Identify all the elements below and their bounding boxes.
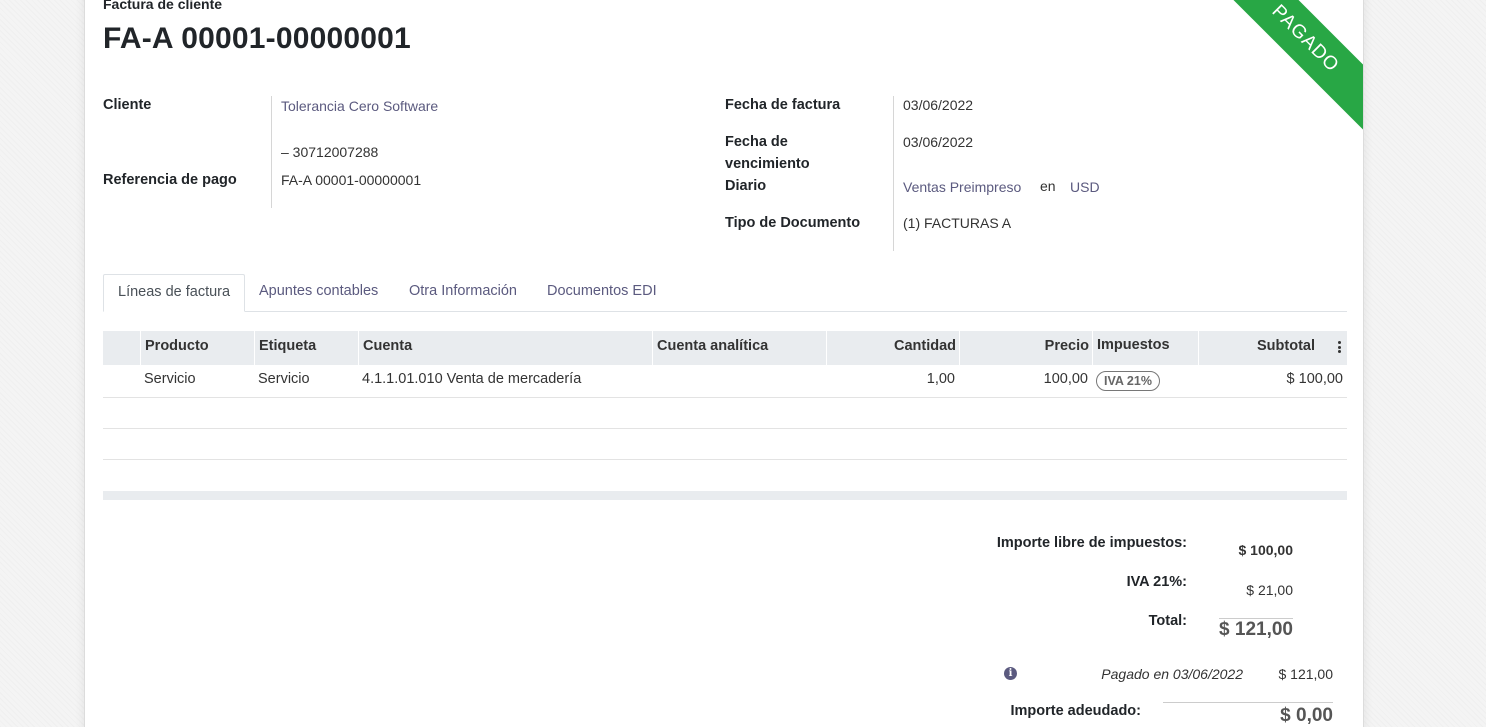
column-header-price[interactable]: Precio — [960, 331, 1093, 365]
amount-due-label: Importe adeudado: — [1010, 703, 1141, 719]
left-field-divider — [271, 96, 272, 208]
column-header-analytic-account[interactable]: Cuenta analítica — [653, 331, 772, 365]
amount-due-separator — [1163, 702, 1333, 703]
cell-subtotal: $ 100,00 — [1286, 371, 1343, 387]
untaxed-amount-label: Importe libre de impuestos: — [996, 535, 1187, 551]
column-header-account[interactable]: Cuenta — [359, 331, 416, 365]
column-header-subtotal[interactable]: Subtotal — [1199, 331, 1319, 365]
cell-label[interactable]: Servicio — [258, 371, 310, 387]
column-header-quantity[interactable]: Cantidad — [827, 331, 960, 365]
invoice-form-sheet: Factura de cliente FA-A 00001-00000001 P… — [84, 0, 1364, 727]
tab-other-info[interactable]: Otra Información — [395, 274, 531, 312]
column-header-product[interactable]: Producto — [141, 331, 213, 365]
status-ribbon: PAGADO — [1213, 0, 1363, 130]
payment-line-amount: $ 121,00 — [1278, 666, 1334, 682]
invoice-date-label: Fecha de factura — [725, 97, 841, 113]
document-type-field[interactable]: (1) FACTURAS A — [903, 215, 1011, 231]
column-header-taxes[interactable]: Impuestos — [1093, 330, 1174, 364]
column-header-label[interactable]: Etiqueta — [255, 331, 320, 365]
due-date-label-line1: Fecha de — [725, 134, 788, 150]
payment-line-text: Pagado en 03/06/2022 — [1101, 666, 1243, 682]
amount-due-value: $ 0,00 — [1280, 705, 1333, 726]
tab-invoice-lines[interactable]: Líneas de factura — [103, 274, 246, 312]
tab-journal-items[interactable]: Apuntes contables — [245, 274, 392, 312]
cell-price[interactable]: 100,00 — [960, 371, 1088, 387]
currency-link[interactable]: USD — [1070, 179, 1100, 195]
total-label: Total: — [1148, 613, 1187, 629]
tax-tag-badge[interactable]: IVA 21% — [1096, 371, 1160, 391]
cell-product[interactable]: Servicio — [144, 371, 196, 387]
notebook-tabs: Líneas de factura Apuntes contables Otra… — [103, 274, 1347, 312]
tax-amount-value: $ 21,00 — [1246, 582, 1293, 598]
journal-link[interactable]: Ventas Preimpreso — [903, 179, 1021, 195]
journal-label: Diario — [725, 178, 767, 194]
journal-currency-connector: en — [1040, 178, 1056, 194]
invoice-lines-table-header: Producto Etiqueta Cuenta Cuenta analític… — [103, 331, 1347, 365]
customer-vat: – 30712007288 — [281, 144, 379, 160]
customer-label: Cliente — [103, 97, 152, 113]
payment-reference-field[interactable]: FA-A 00001-00000001 — [281, 172, 421, 188]
document-type-subtitle: Factura de cliente — [103, 0, 223, 12]
payment-info-icon[interactable]: i — [1004, 667, 1017, 680]
due-date-label-line2: vencimiento — [725, 156, 810, 172]
cell-quantity[interactable]: 1,00 — [827, 371, 955, 387]
table-footer-bar — [103, 491, 1347, 500]
total-value: $ 121,00 — [1219, 619, 1293, 640]
document-type-label: Tipo de Documento — [725, 215, 861, 231]
optional-columns-icon[interactable] — [1338, 341, 1341, 355]
empty-table-row[interactable] — [103, 398, 1347, 429]
payment-reference-label: Referencia de pago — [103, 172, 237, 188]
untaxed-amount-value: $ 100,00 — [1238, 542, 1294, 558]
cell-account[interactable]: 4.1.1.01.010 Venta de mercadería — [362, 371, 581, 387]
customer-link[interactable]: Tolerancia Cero Software — [281, 98, 438, 114]
tax-amount-label: IVA 21%: — [1126, 574, 1187, 590]
invoice-date-field[interactable]: 03/06/2022 — [903, 97, 973, 113]
tab-edi-documents[interactable]: Documentos EDI — [533, 274, 671, 312]
status-ribbon-label: PAGADO — [1213, 0, 1363, 130]
table-row[interactable]: Servicio Servicio 4.1.1.01.010 Venta de … — [103, 365, 1347, 398]
right-field-divider — [893, 96, 894, 251]
empty-table-row[interactable] — [103, 429, 1347, 460]
invoice-number-title: FA-A 00001-00000001 — [103, 22, 411, 55]
due-date-field[interactable]: 03/06/2022 — [903, 134, 973, 150]
